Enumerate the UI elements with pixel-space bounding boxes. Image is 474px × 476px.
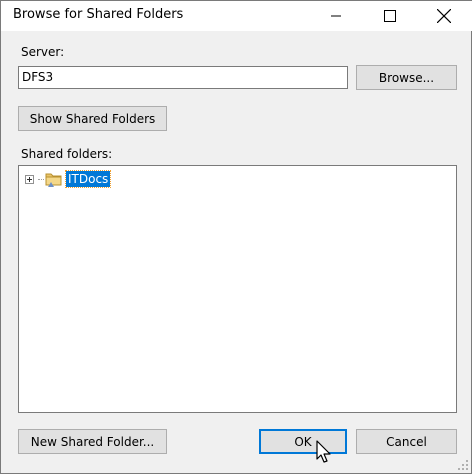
close-button[interactable] [421,1,467,31]
shared-folder-icon [45,173,62,187]
mouse-cursor-icon [316,440,331,463]
new-shared-folder-button[interactable]: New Shared Folder... [18,429,167,454]
minimize-icon [331,15,341,17]
tree-connector [38,178,44,180]
maximize-icon [384,10,396,22]
close-icon [437,9,451,23]
server-input[interactable]: DFS3 [18,66,348,89]
shared-folders-label: Shared folders: [21,147,113,161]
shared-folders-tree[interactable]: ITDocs [18,165,457,413]
cancel-button[interactable]: Cancel [356,429,457,454]
maximize-button[interactable] [367,1,413,31]
minimize-button[interactable] [313,1,359,31]
tree-item-label[interactable]: ITDocs [64,170,112,188]
title-bar[interactable]: Browse for Shared Folders [1,1,473,31]
tree-item[interactable]: ITDocs [25,170,112,188]
show-shared-folders-button[interactable]: Show Shared Folders [18,106,167,131]
expand-plus-icon[interactable] [25,174,34,184]
window-title: Browse for Shared Folders [13,7,184,22]
server-label: Server: [21,45,65,59]
browse-button[interactable]: Browse... [356,65,457,90]
resize-grip-icon[interactable] [457,459,469,471]
browse-shared-folders-dialog: Browse for Shared Folders Server: DFS3 B… [0,0,473,474]
